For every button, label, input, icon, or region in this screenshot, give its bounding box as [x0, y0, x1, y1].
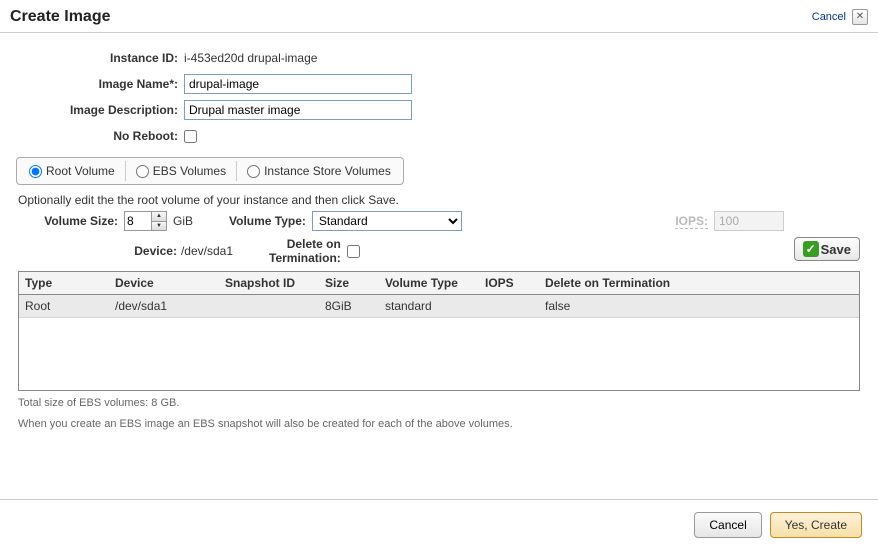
- no-reboot-label: No Reboot:: [16, 129, 184, 143]
- delete-on-termination-checkbox[interactable]: [347, 245, 360, 258]
- th-device: Device: [109, 272, 219, 295]
- dialog-footer: Cancel Yes, Create: [0, 499, 878, 550]
- tab-ebs-volumes[interactable]: EBS Volumes: [126, 161, 237, 181]
- yes-create-button[interactable]: Yes, Create: [770, 512, 862, 538]
- save-button-label: Save: [821, 242, 851, 257]
- th-type: Type: [19, 272, 109, 295]
- iops-input: [714, 211, 784, 231]
- table-body-scroll[interactable]: Root /dev/sda1 8GiB standard false: [19, 295, 859, 390]
- tab-instance-store[interactable]: Instance Store Volumes: [237, 161, 401, 181]
- spinner-down-icon[interactable]: ▼: [152, 222, 166, 231]
- dialog-title: Create Image: [10, 8, 111, 26]
- cell-type: Root: [19, 295, 109, 318]
- footnote-snapshot-info: When you create an EBS image an EBS snap…: [18, 416, 860, 433]
- panel-hint: Optionally edit the the root volume of y…: [18, 193, 860, 207]
- volumes-table: Type Device Snapshot ID Size Volume Type…: [18, 271, 860, 391]
- th-iops: IOPS: [479, 272, 539, 295]
- cell-device: /dev/sda1: [109, 295, 219, 318]
- root-volume-panel: Optionally edit the the root volume of y…: [16, 189, 862, 432]
- instance-id-value: i-453ed20d drupal-image: [184, 51, 317, 65]
- volume-type-label: Volume Type:: [229, 214, 306, 228]
- dialog-header: Create Image Cancel ✕: [0, 0, 878, 33]
- volume-size-unit: GiB: [173, 214, 193, 228]
- device-label: Device:: [134, 244, 177, 258]
- tab-ebs-label: EBS Volumes: [153, 164, 226, 178]
- cancel-button[interactable]: Cancel: [694, 512, 761, 538]
- volume-size-input[interactable]: [124, 211, 152, 231]
- save-button[interactable]: ✓ Save: [794, 237, 860, 261]
- image-name-input[interactable]: [184, 74, 412, 94]
- th-delete-on-termination: Delete on Termination: [539, 272, 859, 295]
- cell-snapshot-id: [219, 295, 319, 318]
- spinner-up-icon[interactable]: ▲: [152, 212, 166, 222]
- image-name-label: Image Name*:: [16, 77, 184, 91]
- no-reboot-checkbox[interactable]: [184, 130, 197, 143]
- th-snapshot-id: Snapshot ID: [219, 272, 319, 295]
- image-description-input[interactable]: [184, 100, 412, 120]
- tab-bar: Root Volume EBS Volumes Instance Store V…: [16, 157, 404, 185]
- footnote-total-size: Total size of EBS volumes: 8 GB.: [18, 395, 860, 412]
- check-icon: ✓: [803, 241, 819, 257]
- device-value: /dev/sda1: [181, 244, 233, 258]
- close-icon[interactable]: ✕: [852, 9, 868, 25]
- instance-id-label: Instance ID:: [16, 51, 184, 65]
- tab-root-volume[interactable]: Root Volume: [19, 161, 126, 181]
- tab-instance-store-label: Instance Store Volumes: [264, 164, 391, 178]
- form-area: Instance ID: i-453ed20d drupal-image Ima…: [0, 33, 878, 157]
- header-cancel-link[interactable]: Cancel: [812, 11, 846, 23]
- image-description-label: Image Description:: [16, 103, 184, 117]
- cell-delete-on-termination: false: [539, 295, 859, 318]
- cell-iops: [479, 295, 539, 318]
- tab-root-radio[interactable]: [29, 165, 42, 178]
- th-volume-type: Volume Type: [379, 272, 479, 295]
- iops-label: IOPS:: [675, 214, 708, 229]
- volume-type-select[interactable]: Standard: [312, 211, 462, 231]
- volume-size-label: Volume Size:: [18, 214, 118, 228]
- cell-volume-type: standard: [379, 295, 479, 318]
- th-size: Size: [319, 272, 379, 295]
- volume-size-stepper[interactable]: ▲ ▼: [124, 211, 167, 231]
- tab-root-label: Root Volume: [46, 164, 115, 178]
- tab-ebs-radio[interactable]: [136, 165, 149, 178]
- table-row[interactable]: Root /dev/sda1 8GiB standard false: [19, 295, 859, 318]
- cell-size: 8GiB: [319, 295, 379, 318]
- delete-on-termination-label: Delete on Termination:: [269, 237, 341, 266]
- tab-instance-store-radio[interactable]: [247, 165, 260, 178]
